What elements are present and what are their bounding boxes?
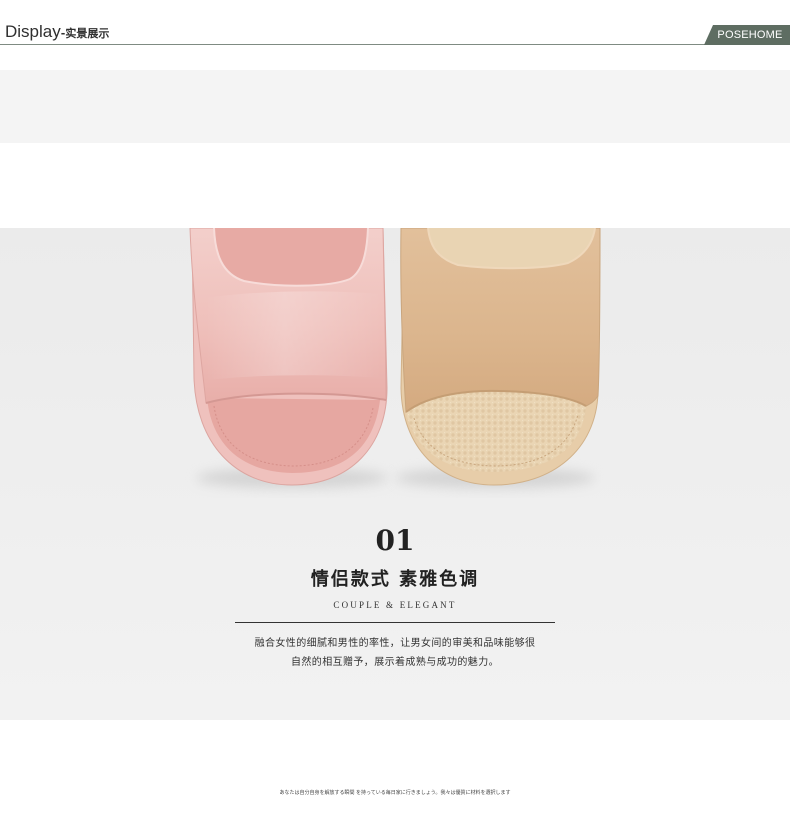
- feature-number: 01: [375, 524, 415, 557]
- feature-subheading: COUPLE & ELEGANT: [333, 600, 457, 610]
- product-photo-slippers: [189, 228, 601, 488]
- tan-slipper: [395, 228, 601, 488]
- footer-note: あなたは自分自身を解放する瞬間 を持っている毎日家に行きましょう。我々は優質に材…: [279, 790, 511, 796]
- feature-divider: [235, 622, 555, 623]
- feature-description-line: 融合女性的细腻和男性的率性，让男女间的审美和品味能够很: [254, 638, 536, 649]
- header-divider: [0, 44, 790, 45]
- pink-slipper: [189, 228, 388, 488]
- gray-banner-strip: [0, 70, 790, 143]
- brand-tab: POSEHOME: [704, 25, 790, 45]
- feature-description-line: 自然的相互赠予，展示着成熟与成功的魅力。: [291, 657, 499, 668]
- feature-heading: 情侣款式 素雅色调: [310, 569, 480, 590]
- section-subtitle: -实景展示: [60, 27, 110, 40]
- section-title-text: Display: [5, 22, 61, 41]
- pink-slipper-sheen: [205, 291, 382, 380]
- feature-description: 融合女性的细腻和男性的率性，让男女间的审美和品味能够很 自然的相互赠予，展示着成…: [0, 634, 790, 672]
- section-title: Display-实景展示: [5, 21, 109, 43]
